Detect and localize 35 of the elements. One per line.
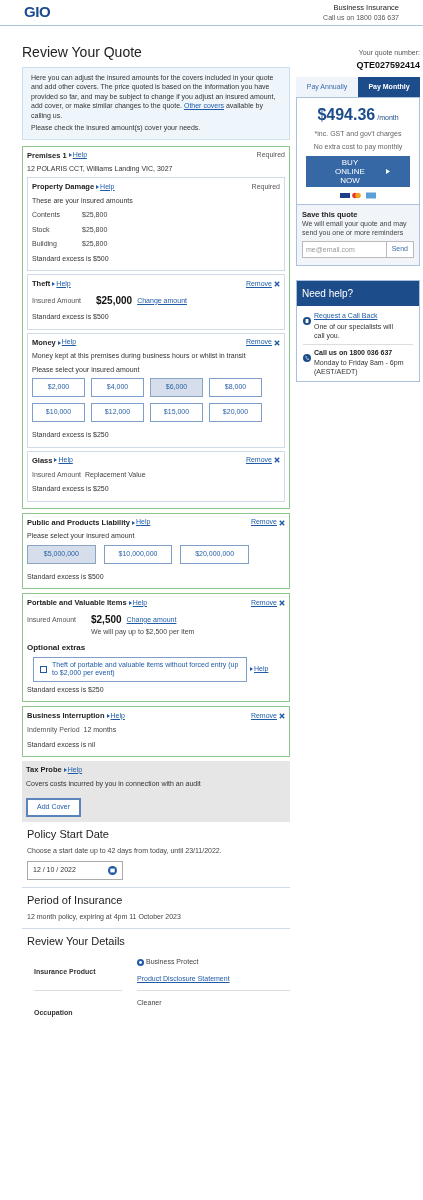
- play-icon: [386, 169, 390, 174]
- caret-icon: [106, 713, 110, 718]
- caret-icon: [250, 667, 253, 672]
- logo[interactable]: GIO: [24, 1, 51, 24]
- caret-icon: [128, 600, 132, 605]
- caret-icon: [54, 458, 58, 463]
- phone-icon: [303, 353, 311, 362]
- amount-value: $2,500: [91, 613, 122, 628]
- phone-icon: [303, 317, 311, 326]
- caret-icon: [57, 340, 61, 345]
- quote-number: QTE027592414: [355, 58, 420, 72]
- price: $494.36: [317, 105, 376, 125]
- close-icon[interactable]: [274, 339, 280, 346]
- page-heading: Review Your Quote: [22, 43, 143, 62]
- close-icon[interactable]: [274, 280, 280, 287]
- payment-cards-icon: [340, 192, 376, 199]
- caret-icon: [131, 520, 135, 525]
- product-icon: [137, 959, 144, 967]
- caret-icon: [63, 768, 67, 773]
- amount-value: $25,000: [96, 294, 133, 309]
- calendar-icon[interactable]: [108, 865, 117, 875]
- close-icon[interactable]: [274, 457, 280, 464]
- section-heading: Review Your Details: [27, 933, 126, 949]
- checkbox[interactable]: [40, 665, 47, 673]
- caret-icon: [52, 281, 56, 286]
- section-heading: Period of Insurance: [27, 892, 124, 908]
- help-title: Need help?: [297, 281, 419, 307]
- caret-icon: [96, 185, 100, 190]
- section-heading: Policy Start Date: [27, 826, 110, 842]
- close-icon[interactable]: [279, 519, 285, 526]
- caret-icon: [68, 153, 72, 158]
- buy-online-button[interactable]: BUY ONLINE NOW: [306, 156, 410, 187]
- section-subheading: Optional extras: [27, 641, 87, 654]
- close-icon[interactable]: [279, 599, 285, 606]
- close-icon[interactable]: [279, 712, 285, 719]
